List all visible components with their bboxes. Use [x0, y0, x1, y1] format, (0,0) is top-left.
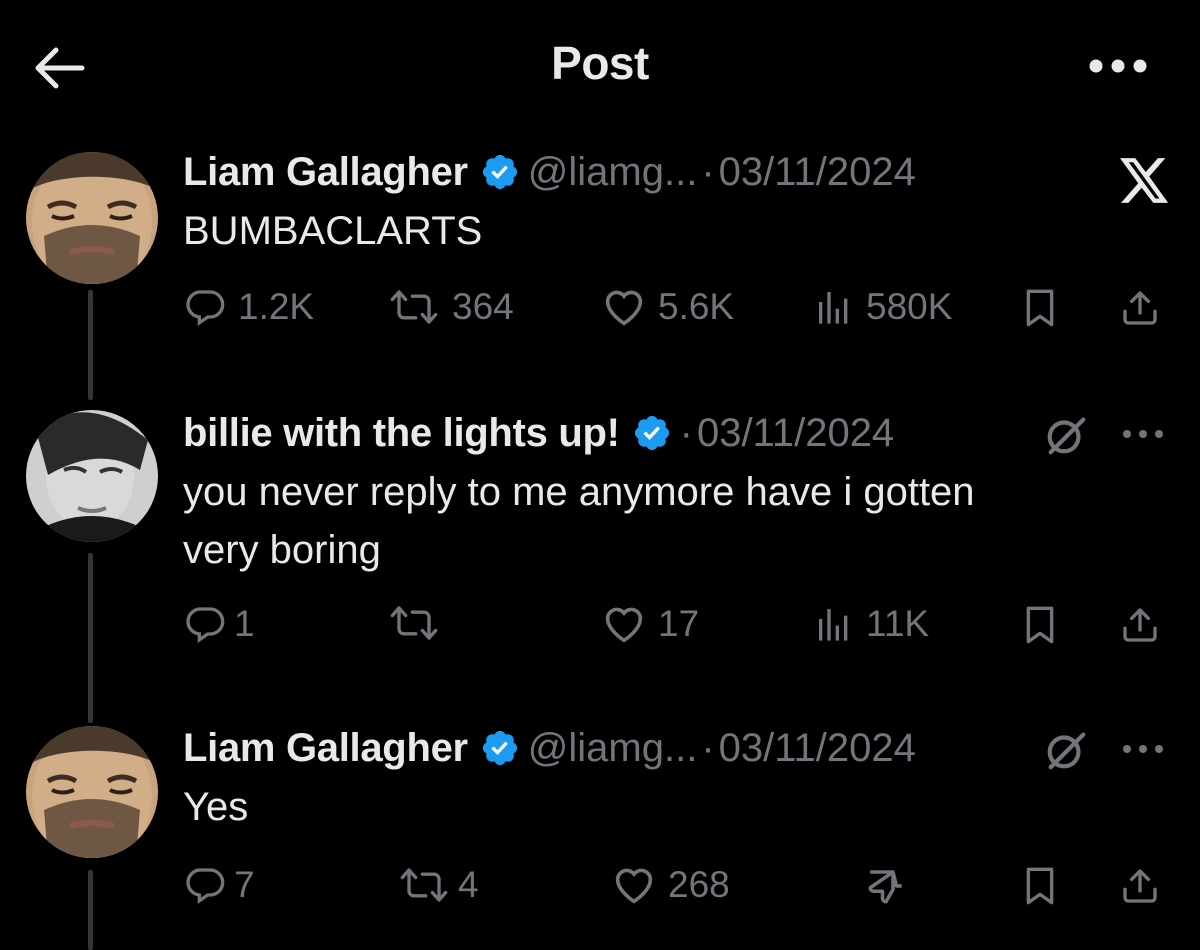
- views-count: 11K: [866, 603, 930, 644]
- share-icon: [1123, 869, 1157, 903]
- bookmark-button[interactable]: [1018, 603, 1062, 647]
- reply-icon: [186, 868, 225, 905]
- like-count: 17: [658, 603, 700, 644]
- reply-count: 1: [234, 603, 255, 644]
- views-icon: [819, 292, 848, 324]
- share-button[interactable]: [1118, 864, 1162, 908]
- avatar[interactable]: [26, 152, 158, 284]
- thread-line: [88, 870, 93, 950]
- page-title: Post: [551, 37, 649, 89]
- post-date[interactable]: 03/11/2024: [697, 409, 894, 457]
- share-icon: [1123, 608, 1157, 642]
- share-button[interactable]: [1118, 603, 1162, 647]
- reply-button[interactable]: 1: [186, 603, 255, 645]
- x-logo-icon: [1118, 154, 1172, 208]
- views-button[interactable]: 580K: [814, 286, 952, 328]
- post-date[interactable]: 03/11/2024: [719, 724, 916, 772]
- repost-icon: [390, 290, 438, 324]
- bookmark-icon: [1026, 606, 1054, 644]
- bookmark-button[interactable]: [1018, 864, 1062, 908]
- grok-button[interactable]: [1040, 724, 1092, 776]
- separator: ·: [679, 411, 693, 455]
- reply-icon: [186, 290, 225, 327]
- downvote-button[interactable]: [862, 862, 910, 910]
- thread-line: [88, 553, 93, 723]
- author-handle[interactable]: @liamg...: [528, 724, 698, 772]
- like-button[interactable]: 17: [602, 603, 699, 645]
- verified-badge-icon: [480, 152, 520, 192]
- grok-icon: [1047, 417, 1086, 455]
- author-name[interactable]: Liam Gallagher: [183, 724, 468, 772]
- heart-icon: [605, 607, 643, 643]
- more-options-button[interactable]: [1118, 734, 1168, 764]
- repost-button[interactable]: 4: [398, 864, 479, 906]
- repost-button[interactable]: [388, 603, 440, 643]
- views-count: 580K: [866, 286, 953, 327]
- separator: ·: [701, 726, 715, 770]
- like-count: 5.6K: [658, 286, 735, 327]
- more-horizontal-icon: [1123, 745, 1163, 753]
- repost-count: 364: [452, 286, 514, 327]
- post-text: you never reply to me anymore have i got…: [183, 463, 975, 579]
- grok-icon: [1047, 732, 1086, 770]
- verified-badge-icon: [480, 728, 520, 768]
- thumbs-down-icon: [868, 870, 902, 904]
- repost-icon: [400, 868, 448, 902]
- repost-count: 4: [458, 864, 479, 905]
- bookmark-icon: [1026, 867, 1054, 905]
- share-button[interactable]: [1118, 286, 1162, 330]
- post-text: BUMBACLARTS: [183, 209, 483, 253]
- thread-line: [88, 290, 93, 400]
- reply-button[interactable]: 7: [186, 864, 255, 906]
- post-date[interactable]: 03/11/2024: [719, 148, 916, 196]
- author-handle[interactable]: @liamg...: [528, 148, 698, 196]
- heart-icon: [615, 868, 653, 904]
- more-horizontal-icon: [1123, 430, 1163, 438]
- verified-badge-icon: [632, 413, 672, 453]
- more-options-button[interactable]: [1118, 419, 1168, 449]
- separator: ·: [701, 150, 715, 194]
- post-text-line: very boring: [183, 528, 381, 572]
- author-name[interactable]: Liam Gallagher: [183, 148, 468, 196]
- like-count: 268: [668, 864, 730, 905]
- views-button[interactable]: 11K: [814, 603, 929, 645]
- more-horizontal-icon: [1089, 59, 1147, 73]
- avatar[interactable]: [26, 410, 158, 542]
- post-text-line: you never reply to me anymore have i got…: [183, 470, 975, 514]
- reply-count: 1.2K: [238, 286, 315, 327]
- avatar[interactable]: [26, 726, 158, 858]
- repost-button[interactable]: 364: [388, 286, 514, 328]
- post-text: Yes: [183, 785, 249, 829]
- more-options-button[interactable]: [1080, 48, 1156, 84]
- post[interactable]: Liam Gallagher @liamg... · 03/11/2024 BU…: [0, 140, 1200, 400]
- views-icon: [819, 609, 848, 641]
- like-button[interactable]: 268: [612, 864, 730, 906]
- post[interactable]: billie with the lights up! · 03/11/2024 …: [0, 395, 1200, 723]
- bookmark-button[interactable]: [1018, 286, 1062, 330]
- grok-button[interactable]: [1040, 409, 1092, 461]
- post[interactable]: Liam Gallagher @liamg... · 03/11/2024 Ye…: [0, 712, 1200, 950]
- reply-count: 7: [234, 864, 255, 905]
- reply-icon: [186, 607, 225, 644]
- author-name[interactable]: billie with the lights up!: [183, 409, 620, 457]
- repost-icon: [390, 606, 438, 640]
- share-icon: [1123, 291, 1157, 325]
- like-button[interactable]: 5.6K: [602, 286, 734, 328]
- heart-icon: [605, 290, 643, 326]
- reply-button[interactable]: 1.2K: [186, 286, 314, 328]
- bookmark-icon: [1026, 289, 1054, 327]
